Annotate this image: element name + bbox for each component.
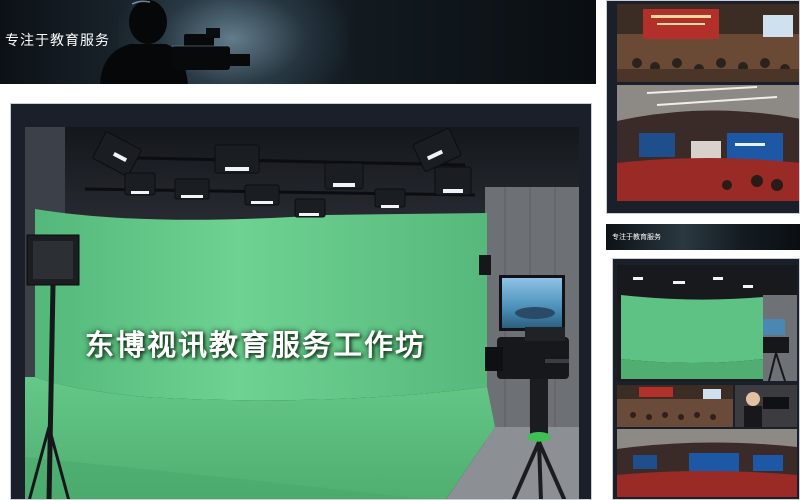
auditorium-thumbnail — [617, 429, 797, 497]
conference-hall-photo — [617, 4, 799, 82]
camera-operator-thumbnail — [735, 385, 797, 427]
top-banner: 专注于教育服务 — [0, 0, 596, 84]
banner-tagline: 专注于教育服务 — [5, 33, 110, 49]
green-screen-studio-photo: 东博视讯教育服务工作坊 — [25, 127, 579, 499]
camera-silhouette-icon — [100, 0, 250, 84]
main-photo-frame: 东博视讯教育服务工作坊 — [10, 103, 592, 500]
small-banner: 专注于教育服务 — [606, 224, 800, 250]
auditorium-photo — [617, 85, 799, 201]
small-banner-tagline: 专注于教育服务 — [612, 233, 661, 241]
meeting-room-thumbnail — [617, 385, 733, 427]
conference-collage — [606, 0, 800, 214]
studio-collage — [612, 258, 800, 500]
studio-thumbnail — [617, 265, 797, 382]
studio-caption: 东博视讯教育服务工作坊 — [85, 328, 427, 362]
